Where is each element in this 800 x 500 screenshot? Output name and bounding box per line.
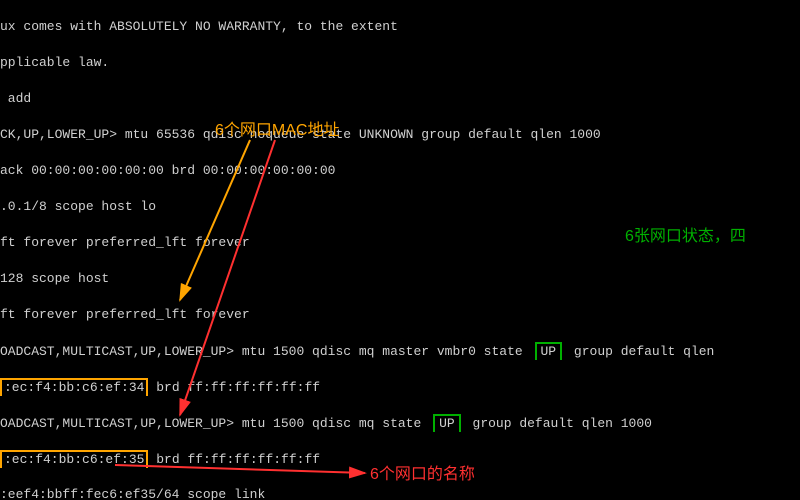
text-line: ack 00:00:00:00:00:00 brd 00:00:00:00:00… — [0, 162, 800, 180]
text-line: add — [0, 90, 800, 108]
state-up-box: UP — [535, 342, 563, 360]
text-line: ft forever preferred_lft forever — [0, 306, 800, 324]
text-line: CK,UP,LOWER_UP> mtu 65536 qdisc noqueue … — [0, 126, 800, 144]
text-line: pplicable law. — [0, 54, 800, 72]
annotation-mac: 6个网口MAC地址 — [215, 122, 339, 140]
annotation-status: 6张网口状态，四 — [625, 228, 746, 246]
text-line: ux comes with ABSOLUTELY NO WARRANTY, to… — [0, 18, 800, 36]
text-line: :eef4:bbff:fec6:ef35/64 scope link — [0, 486, 800, 500]
text-line: .0.1/8 scope host lo — [0, 198, 800, 216]
state-up-box: UP — [433, 414, 461, 432]
suffix: group default qlen 1000 — [473, 416, 652, 431]
mac-line: :ec:f4:bb:c6:ef:34 brd ff:ff:ff:ff:ff:ff — [0, 378, 800, 396]
mac-box-2: :ec:f4:bb:c6:ef:35 — [0, 450, 148, 468]
flags: OADCAST,MULTICAST,UP,LOWER_UP> mtu 1500 … — [0, 416, 421, 431]
mac-box-1: :ec:f4:bb:c6:ef:34 — [0, 378, 148, 396]
annotation-names: 6个网口的名称 — [370, 466, 475, 484]
iface-line: OADCAST,MULTICAST,UP,LOWER_UP> mtu 1500 … — [0, 414, 800, 432]
flags: OADCAST,MULTICAST,UP,LOWER_UP> mtu 1500 … — [0, 344, 523, 359]
iface-line: OADCAST,MULTICAST,UP,LOWER_UP> mtu 1500 … — [0, 342, 800, 360]
text-line: 128 scope host — [0, 270, 800, 288]
brd: brd ff:ff:ff:ff:ff:ff — [148, 380, 320, 395]
brd: brd ff:ff:ff:ff:ff:ff — [148, 452, 320, 467]
suffix: group default qlen — [574, 344, 722, 359]
terminal-output: ux comes with ABSOLUTELY NO WARRANTY, to… — [0, 0, 800, 500]
